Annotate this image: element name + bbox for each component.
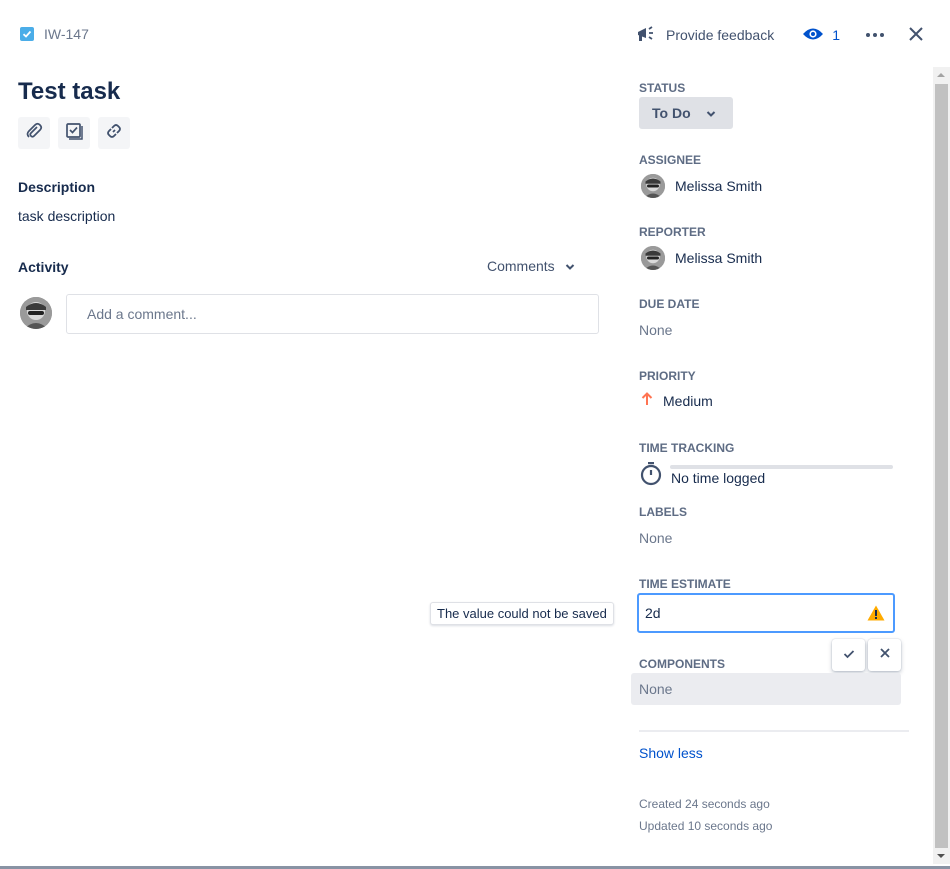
watch-count: 1 — [832, 27, 840, 43]
divider — [639, 730, 909, 732]
show-less-link[interactable]: Show less — [639, 745, 703, 761]
header-actions: Provide feedback 1 — [636, 20, 924, 50]
time-estimate-input[interactable] — [645, 604, 855, 622]
priority-value: Medium — [663, 392, 713, 409]
error-tooltip: The value could not be saved — [430, 602, 614, 625]
close-icon[interactable] — [908, 26, 924, 45]
time-tracking-progress-bar — [670, 465, 893, 469]
assignee-field[interactable]: Melissa Smith — [641, 174, 762, 198]
due-date-label: DUE DATE — [639, 297, 700, 311]
eye-icon — [802, 26, 824, 45]
chevron-down-icon — [706, 105, 716, 121]
comment-input[interactable] — [66, 294, 599, 334]
time-estimate-field[interactable] — [637, 593, 895, 633]
cancel-button[interactable] — [868, 639, 901, 671]
provide-feedback-label: Provide feedback — [666, 27, 775, 43]
reporter-label: REPORTER — [639, 225, 706, 239]
link-issue-button[interactable] — [98, 117, 130, 149]
time-tracking-label: TIME TRACKING — [639, 441, 735, 455]
components-value: None — [639, 681, 673, 697]
megaphone-icon — [636, 25, 656, 46]
scroll-up-arrow[interactable] — [937, 73, 945, 77]
status-label: STATUS — [639, 81, 686, 95]
reporter-name: Melissa Smith — [675, 250, 763, 266]
components-field[interactable]: None — [631, 673, 901, 705]
issue-key[interactable]: IW-147 — [20, 26, 89, 42]
updated-timestamp: Updated 10 seconds ago — [639, 819, 773, 833]
time-estimate-label: TIME ESTIMATE — [639, 577, 731, 591]
scroll-thumb[interactable] — [935, 84, 948, 848]
activity-filter-label: Comments — [487, 258, 555, 274]
assignee-label: ASSIGNEE — [639, 153, 702, 167]
activity-filter-dropdown[interactable]: Comments — [487, 258, 575, 274]
more-icon[interactable] — [866, 33, 884, 37]
issue-key-label: IW-147 — [44, 26, 89, 42]
avatar — [641, 174, 665, 198]
add-child-issue-button[interactable] — [58, 117, 90, 149]
status-dropdown[interactable]: To Do — [639, 97, 733, 129]
issue-title[interactable]: Test task — [18, 78, 120, 106]
arrow-up-icon — [641, 392, 653, 409]
warning-icon — [867, 605, 885, 626]
scrollbar[interactable] — [933, 67, 950, 864]
labels-label: LABELS — [639, 505, 687, 519]
provide-feedback-button[interactable]: Provide feedback — [636, 25, 774, 46]
activity-heading: Activity — [18, 259, 69, 275]
assignee-name: Melissa Smith — [675, 178, 763, 194]
paperclip-icon — [25, 122, 43, 145]
link-icon — [105, 122, 123, 145]
reporter-field[interactable]: Melissa Smith — [641, 246, 762, 270]
avatar — [641, 246, 665, 270]
time-tracking-value: No time logged — [671, 470, 766, 486]
created-timestamp: Created 24 seconds ago — [639, 797, 770, 811]
labels-value[interactable]: None — [639, 530, 672, 546]
watch-button[interactable]: 1 — [802, 26, 840, 45]
checklist-icon — [65, 122, 83, 145]
task-type-icon — [20, 27, 34, 41]
priority-field[interactable]: Medium — [641, 392, 713, 409]
scroll-down-arrow[interactable] — [937, 854, 945, 858]
avatar — [20, 297, 52, 329]
description-text[interactable]: task description — [18, 208, 115, 224]
stopwatch-icon — [640, 462, 662, 491]
status-value: To Do — [652, 105, 691, 121]
issue-toolbar — [18, 117, 130, 149]
chevron-down-icon — [565, 258, 575, 274]
cancel-icon — [879, 646, 891, 664]
priority-label: PRIORITY — [639, 369, 696, 383]
components-label: COMPONENTS — [639, 657, 726, 671]
confirm-button[interactable] — [832, 639, 865, 671]
attach-button[interactable] — [18, 117, 50, 149]
check-icon — [843, 646, 855, 664]
description-heading: Description — [18, 179, 96, 195]
due-date-value[interactable]: None — [639, 322, 672, 338]
